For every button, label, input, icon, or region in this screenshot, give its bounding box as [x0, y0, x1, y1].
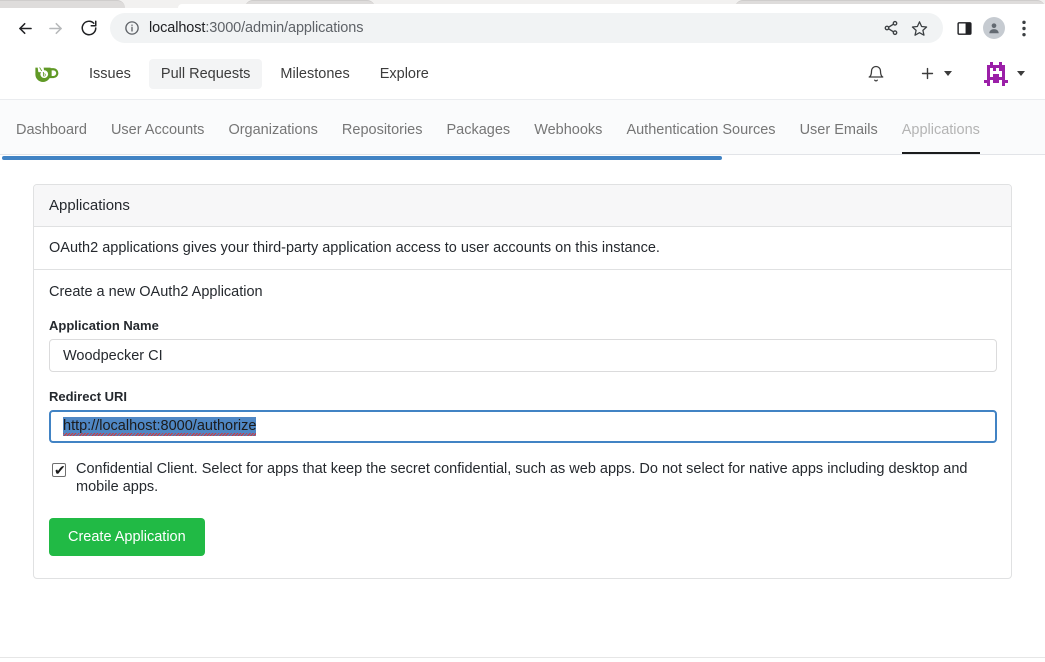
url-text[interactable]: localhost:3000/admin/applications [149, 20, 363, 36]
confidential-client-row[interactable]: ✔ Confidential Client. Select for apps t… [49, 460, 996, 496]
chevron-down-icon [944, 71, 952, 76]
app-name-input[interactable]: Woodpecker CI [49, 339, 997, 372]
admin-tab-bar: Dashboard User Accounts Organizations Re… [0, 100, 1045, 155]
user-menu-button[interactable] [978, 58, 1031, 90]
applications-card: Applications OAuth2 applications gives y… [33, 184, 1012, 579]
forward-button[interactable] [40, 13, 70, 43]
address-bar[interactable]: localhost:3000/admin/applications [110, 13, 943, 43]
tab-user-accounts[interactable]: User Accounts [111, 122, 205, 154]
create-application-button[interactable]: Create Application [49, 518, 205, 556]
tab-authentication-sources[interactable]: Authentication Sources [626, 122, 775, 154]
bell-icon [868, 65, 884, 81]
card-header-title: Applications [34, 185, 1011, 227]
three-dot-menu-icon[interactable] [1009, 13, 1039, 43]
page-bottom-divider [0, 657, 1045, 658]
chevron-down-icon [1017, 71, 1025, 76]
gitea-navbar: b Issues Pull Requests Milestones Explor… [0, 48, 1045, 100]
nav-link-explore[interactable]: Explore [368, 59, 441, 89]
tab-dashboard[interactable]: Dashboard [16, 122, 87, 154]
profile-avatar-icon[interactable] [979, 13, 1009, 43]
app-name-value: Woodpecker CI [63, 347, 163, 364]
tab-webhooks[interactable]: Webhooks [534, 122, 602, 154]
reload-button[interactable] [74, 13, 104, 43]
gitea-logo-icon[interactable]: b [32, 60, 59, 87]
create-application-form: Create a new OAuth2 Application Applicat… [34, 270, 1011, 578]
confidential-client-checkbox[interactable]: ✔ [52, 463, 66, 477]
nav-link-issues[interactable]: Issues [77, 59, 143, 89]
page-loading-bar [2, 156, 722, 160]
star-icon[interactable] [905, 14, 933, 42]
redirect-uri-label: Redirect URI [49, 389, 128, 404]
checkmark-icon: ✔ [54, 462, 66, 478]
tab-repositories[interactable]: Repositories [342, 122, 423, 154]
url-host: localhost [149, 20, 206, 36]
user-avatar-identicon [984, 61, 1008, 86]
url-path: :3000/admin/applications [205, 20, 364, 36]
tab-packages[interactable]: Packages [447, 122, 511, 154]
back-button[interactable] [10, 13, 40, 43]
redirect-uri-input[interactable]: http://localhost:8000/authorize [49, 410, 997, 443]
app-name-label: Application Name [49, 318, 159, 333]
tab-organizations[interactable]: Organizations [228, 122, 317, 154]
page-body: Applications OAuth2 applications gives y… [0, 162, 1045, 658]
nav-link-pull-requests[interactable]: Pull Requests [148, 58, 263, 89]
browser-tab-strip [0, 0, 1045, 8]
card-description: OAuth2 applications gives your third-par… [34, 227, 1011, 270]
browser-toolbar: localhost:3000/admin/applications [0, 8, 1045, 48]
nav-link-milestones[interactable]: Milestones [268, 59, 361, 89]
confidential-client-label: Confidential Client. Select for apps tha… [76, 461, 968, 495]
notifications-button[interactable] [861, 61, 891, 87]
redirect-uri-value: http://localhost:8000/authorize [63, 417, 257, 436]
form-title: Create a new OAuth2 Application [49, 284, 263, 300]
tab-applications[interactable]: Applications [901, 122, 980, 154]
share-icon[interactable] [877, 14, 905, 42]
info-circle-icon[interactable] [121, 14, 143, 42]
tab-user-emails[interactable]: User Emails [800, 122, 878, 154]
side-panel-icon[interactable] [949, 13, 979, 43]
create-new-button[interactable] [913, 61, 958, 86]
plus-icon [921, 67, 934, 80]
browser-tab-inactive[interactable] [0, 0, 125, 8]
